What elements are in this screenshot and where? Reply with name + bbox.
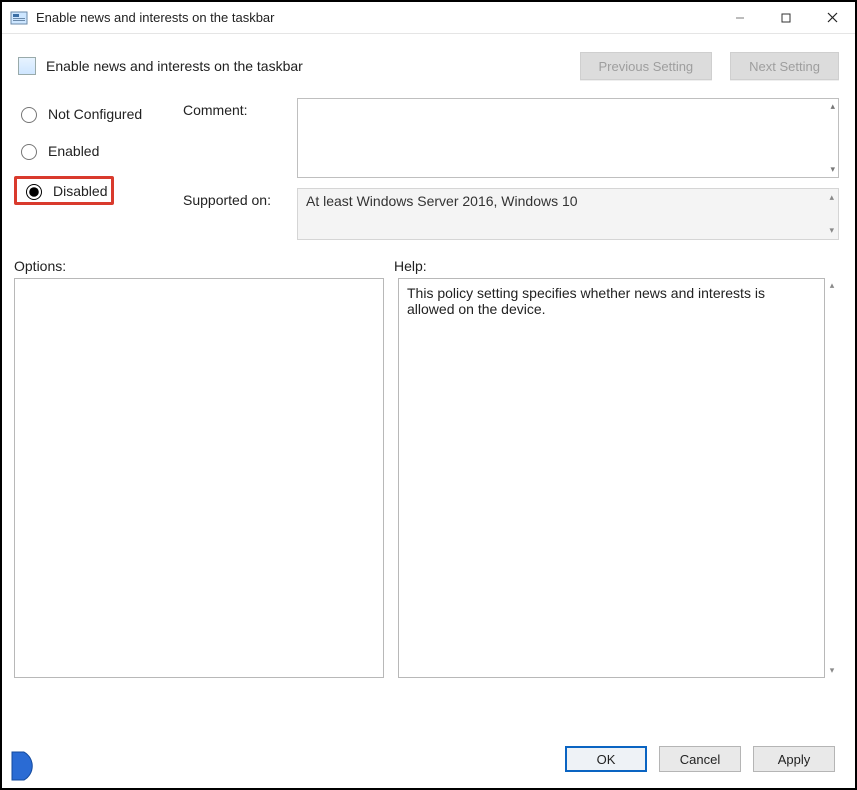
help-label: Help:	[394, 258, 839, 274]
state-radio-group: Not Configured Enabled Disabled	[14, 98, 179, 240]
radio-disabled[interactable]: Disabled	[14, 176, 114, 205]
comment-scroll-down-icon[interactable]: ▾	[830, 164, 835, 175]
maximize-button[interactable]	[763, 2, 809, 34]
radio-disabled-input[interactable]	[26, 184, 42, 200]
help-scroll-down-icon[interactable]: ▾	[830, 665, 835, 676]
previous-setting-button[interactable]: Previous Setting	[580, 52, 713, 80]
supported-on-label: Supported on:	[183, 178, 293, 240]
panes-row: This policy setting specifies whether ne…	[2, 278, 855, 678]
radio-not-configured[interactable]: Not Configured	[14, 102, 179, 125]
comment-label: Comment:	[183, 98, 293, 178]
next-setting-button[interactable]: Next Setting	[730, 52, 839, 80]
options-label: Options:	[14, 258, 394, 274]
pane-captions: Options: Help:	[2, 240, 855, 278]
help-scroll-up-icon[interactable]: ▴	[830, 280, 835, 291]
radio-not-configured-input[interactable]	[21, 107, 37, 123]
help-scrollbar[interactable]: ▴ ▾	[825, 278, 839, 678]
header-strip: Enable news and interests on the taskbar…	[2, 34, 855, 98]
help-pane-wrap: This policy setting specifies whether ne…	[398, 278, 839, 678]
site-logo	[8, 748, 44, 784]
supported-scroll-down-icon: ▾	[829, 225, 834, 236]
apply-button[interactable]: Apply	[753, 746, 835, 772]
help-pane: This policy setting specifies whether ne…	[398, 278, 825, 678]
policy-icon	[18, 57, 36, 75]
config-area: Not Configured Enabled Disabled Comment:…	[2, 98, 855, 240]
comment-scroll-up-icon[interactable]: ▴	[830, 101, 835, 112]
radio-enabled-label: Enabled	[48, 143, 99, 159]
supported-scroll-up-icon: ▴	[829, 192, 834, 203]
comment-textarea[interactable]: ▴ ▾	[297, 98, 839, 178]
cancel-button[interactable]: Cancel	[659, 746, 741, 772]
close-button[interactable]	[809, 2, 855, 34]
dialog-button-row: OK Cancel Apply	[565, 746, 835, 772]
help-text: This policy setting specifies whether ne…	[407, 285, 765, 317]
radio-enabled-input[interactable]	[21, 144, 37, 160]
radio-disabled-label: Disabled	[53, 183, 107, 199]
titlebar: Enable news and interests on the taskbar	[2, 2, 855, 34]
supported-on-text: At least Windows Server 2016, Windows 10	[306, 193, 578, 209]
supported-on-field: At least Windows Server 2016, Windows 10…	[297, 188, 839, 240]
options-pane	[14, 278, 384, 678]
minimize-button[interactable]	[717, 2, 763, 34]
window-title: Enable news and interests on the taskbar	[36, 10, 717, 25]
radio-enabled[interactable]: Enabled	[14, 139, 179, 162]
ok-button[interactable]: OK	[565, 746, 647, 772]
policy-title: Enable news and interests on the taskbar	[46, 58, 562, 74]
radio-not-configured-label: Not Configured	[48, 106, 142, 122]
app-icon	[10, 9, 28, 27]
